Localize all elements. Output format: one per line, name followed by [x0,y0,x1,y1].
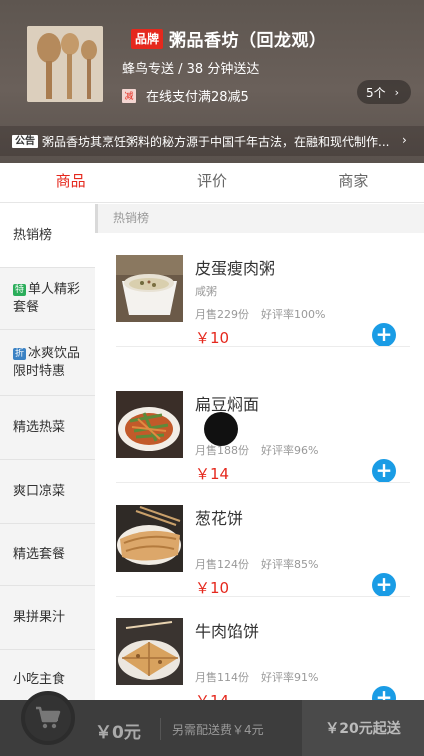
cart-button[interactable] [21,691,75,745]
promo-count-label: 5个 [366,85,386,100]
product-price: ￥14 [195,465,230,483]
product-image [116,618,183,685]
sidebar-item-hot[interactable]: 热销榜 [0,204,95,268]
product-rating: 好评率85% [261,558,319,571]
product-image [116,505,183,572]
sidebar-item-label: 爽口凉菜 [13,483,66,499]
cart-total: ￥0元 [95,723,141,743]
product-name: 皮蛋瘦肉粥 [195,259,276,278]
product-list: 热销榜 皮蛋瘦肉粥 咸粥 月售229份 好评率100% ￥10 + 扁豆焖面 月… [95,204,424,700]
product-stats: 月售114份 好评率91% [195,669,318,685]
add-to-cart-button[interactable]: + [372,459,396,483]
product-image [116,391,183,458]
add-to-cart-button[interactable]: + [372,573,396,597]
checkout-button[interactable]: ￥20元起送 [302,700,424,756]
sidebar-item-label: 热销榜 [13,227,53,243]
brand-badge: 品牌 [131,28,164,49]
category-sidebar: 热销榜 特单人精彩套餐 折冰爽饮品限时特惠 精选热菜 爽口凉菜 精选套餐 果拼果… [0,204,95,700]
notice-bar[interactable]: 公告 粥品香坊其烹饪粥料的秘方源于中国千年古法，在融和现代制作... › [0,126,424,156]
sidebar-item-label: 果拼果汁 [13,609,66,625]
discount-icon: 减 [122,88,136,103]
add-to-cart-button[interactable]: + [372,686,396,700]
product-item[interactable]: 葱花饼 月售124份 好评率85% ￥10 + [95,483,424,597]
product-name: 牛肉馅饼 [195,622,260,641]
sidebar-item-label: 精选套餐 [13,546,66,562]
product-rating: 好评率100% [261,308,326,321]
touch-indicator [204,412,238,446]
product-rating: 好评率91% [261,671,319,684]
sidebar-item-drinks[interactable]: 折冰爽饮品限时特惠 [0,330,95,396]
shop-name: 粥品香坊（回龙观） [169,31,327,51]
delivery-fee: 另需配送费￥4元 [172,723,264,737]
notice-text: 粥品香坊其烹饪粥料的秘方源于中国千年古法，在融和现代制作... [42,134,390,149]
product-desc: 咸粥 [195,285,217,298]
delivery-info: 蜂鸟专送 / 38 分钟送达 [122,62,260,77]
sidebar-item-label: 小吃主食 [13,672,66,687]
shop-header: 品牌 粥品香坊（回龙观） 蜂鸟专送 / 38 分钟送达 减 在线支付满28减5 … [0,0,424,163]
sidebar-item-cold-dishes[interactable]: 爽口凉菜 [0,460,95,524]
tab-goods[interactable]: 商品 [0,163,141,202]
divider [116,346,410,347]
shop-title-row: 品牌 粥品香坊（回龙观） [131,26,327,51]
tab-ratings[interactable]: 评价 [141,163,282,202]
divider [160,718,161,740]
sidebar-item-hot-dishes[interactable]: 精选热菜 [0,396,95,460]
shopping-cart-icon [36,706,61,729]
product-sold: 月售229份 [195,308,249,321]
chevron-right-icon: › [394,85,400,99]
add-to-cart-button[interactable]: + [372,323,396,347]
product-rating: 好评率96% [261,444,319,457]
promo-row: 减 在线支付满28减5 [122,86,249,105]
tab-bar: 商品 评价 商家 [0,163,424,203]
sidebar-item-set-meals[interactable]: 精选套餐 [0,524,95,586]
sidebar-item-label: 精选热菜 [13,419,66,435]
promo-count-button[interactable]: 5个 › [357,80,411,104]
product-sold: 月售114份 [195,671,249,684]
promo-text: 在线支付满28减5 [146,90,249,105]
product-stats: 月售124份 好评率85% [195,556,318,572]
product-item[interactable]: 扁豆焖面 月售188份 好评率96% ￥14 + [95,369,424,483]
discount-tag-icon: 折 [13,347,27,360]
product-item[interactable]: 皮蛋瘦肉粥 咸粥 月售229份 好评率100% ￥10 + [95,233,424,347]
product-name: 葱花饼 [195,509,244,528]
tab-seller[interactable]: 商家 [283,163,424,202]
product-price: ￥10 [195,329,230,347]
product-price: ￥10 [195,579,230,597]
shop-logo-image [27,26,103,102]
product-stats: 月售229份 好评率100% [195,306,325,322]
special-tag-icon: 特 [13,283,27,296]
product-sold: 月售124份 [195,558,249,571]
sidebar-item-fruit-juice[interactable]: 果拼果汁 [0,586,95,650]
cart-bar: ￥0元 另需配送费￥4元 ￥20元起送 [0,691,424,756]
product-image [116,255,183,322]
sidebar-item-single-meal[interactable]: 特单人精彩套餐 [0,268,95,330]
section-title: 热销榜 [95,204,424,233]
chevron-right-icon: › [402,133,407,147]
product-item[interactable]: 牛肉馅饼 月售114份好评率91% ￥14 + [95,596,424,700]
notice-badge: 公告 [12,134,38,148]
product-price: ￥14 [195,690,229,700]
product-name: 扁豆焖面 [195,395,260,414]
